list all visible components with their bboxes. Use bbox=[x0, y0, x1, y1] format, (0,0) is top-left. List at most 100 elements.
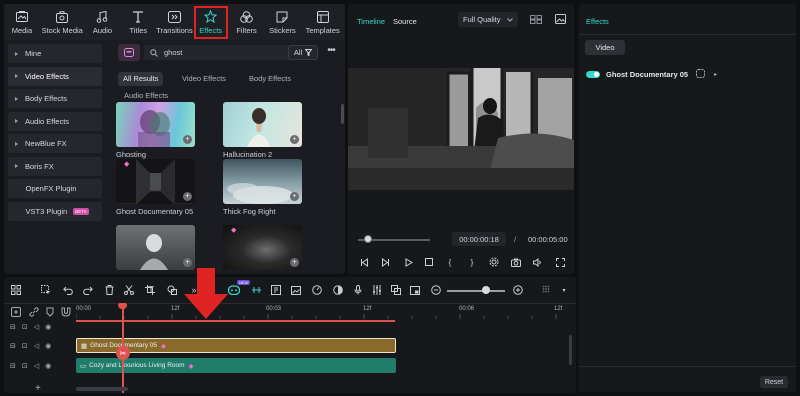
camera-icon[interactable] bbox=[510, 256, 522, 268]
toolbar-stickers[interactable]: Stickers bbox=[264, 4, 300, 40]
select-tool-icon[interactable] bbox=[40, 284, 52, 296]
ai-mate-icon[interactable] bbox=[228, 284, 240, 296]
grid-view-icon[interactable] bbox=[530, 15, 542, 26]
text-tool-icon[interactable]: T bbox=[145, 284, 157, 296]
audio-mixer-icon[interactable] bbox=[371, 284, 383, 296]
tab-video[interactable]: Video bbox=[585, 40, 625, 55]
add-icon[interactable]: + bbox=[290, 258, 299, 267]
expand-arrow-icon[interactable]: ▸ bbox=[714, 71, 717, 78]
eye-icon[interactable]: ◉ bbox=[45, 342, 51, 350]
tab-all-results[interactable]: All Results bbox=[118, 72, 164, 86]
zoom-in-icon[interactable] bbox=[512, 284, 524, 296]
microphone-icon[interactable] bbox=[352, 284, 364, 296]
timeline-ruler[interactable]: 00:00 12f 00:03 12f 00:06 12f bbox=[76, 304, 576, 322]
volume-icon[interactable] bbox=[532, 256, 544, 268]
speaker-icon[interactable]: ◁ bbox=[34, 362, 39, 370]
eye-icon[interactable]: ◉ bbox=[45, 323, 51, 331]
category-video-effects[interactable]: Video Effects bbox=[8, 66, 102, 86]
toolbar-effects[interactable]: Effects bbox=[193, 4, 229, 40]
toolbar-templates[interactable]: Templates bbox=[300, 4, 345, 40]
search-input[interactable] bbox=[164, 48, 274, 57]
tab-video-effects[interactable]: Video Effects bbox=[182, 72, 226, 86]
previous-frame-icon[interactable] bbox=[358, 256, 370, 268]
category-mine[interactable]: Mine bbox=[8, 44, 102, 63]
quality-dropdown[interactable]: Full Quality bbox=[458, 12, 518, 27]
add-track-icon[interactable] bbox=[10, 306, 22, 318]
redo-icon[interactable] bbox=[82, 284, 94, 296]
category-openfx-plugin[interactable]: OpenFX Plugin bbox=[8, 179, 102, 198]
next-frame-icon[interactable] bbox=[379, 256, 391, 268]
scrubber-handle[interactable] bbox=[364, 235, 373, 243]
add-icon[interactable]: + bbox=[183, 135, 192, 144]
video-clip[interactable]: ▭ Cozy and Luxurious Living Room ◆ bbox=[76, 358, 396, 373]
media-scrollbar[interactable] bbox=[341, 104, 344, 124]
applied-effect-row[interactable]: Ghost Documentary 05 ▸ bbox=[586, 68, 717, 80]
shape-icon[interactable] bbox=[166, 284, 178, 296]
toolbar-audio[interactable]: Audio bbox=[85, 4, 121, 40]
speed-icon[interactable] bbox=[311, 284, 323, 296]
add-track-plus-icon[interactable]: + bbox=[35, 383, 41, 393]
category-newblue-fx[interactable]: NewBlue FX bbox=[8, 134, 102, 153]
add-icon[interactable]: + bbox=[290, 192, 299, 201]
tab-source[interactable]: Source bbox=[393, 17, 417, 26]
tab-timeline[interactable]: Timeline bbox=[357, 17, 385, 26]
tab-audio-effects[interactable]: Audio Effects bbox=[124, 89, 168, 103]
toolbar-transitions[interactable]: Transitions bbox=[156, 4, 193, 40]
magnet-snap-icon[interactable] bbox=[60, 306, 72, 318]
lock-icon[interactable]: ⊡ bbox=[22, 323, 28, 331]
add-icon[interactable]: + bbox=[183, 258, 192, 267]
timeline-horizontal-scrollbar[interactable] bbox=[76, 387, 128, 391]
filter-dropdown[interactable]: All bbox=[288, 45, 318, 60]
effect-tile[interactable]: + Hallucination 2 bbox=[223, 102, 302, 159]
zoom-out-icon[interactable] bbox=[430, 284, 442, 296]
color-match-icon[interactable] bbox=[332, 284, 344, 296]
category-body-effects[interactable]: Body Effects bbox=[8, 89, 102, 108]
play-icon[interactable] bbox=[402, 256, 414, 268]
add-icon[interactable]: + bbox=[183, 192, 192, 201]
delete-icon[interactable] bbox=[103, 284, 115, 296]
toolbar-filters[interactable]: Filters bbox=[229, 4, 265, 40]
cut-scissors-icon[interactable] bbox=[123, 284, 135, 296]
zoom-slider-handle[interactable] bbox=[482, 286, 490, 294]
speaker-icon[interactable]: ◁ bbox=[34, 323, 39, 331]
timeline-vertical-scrollbar[interactable] bbox=[569, 335, 572, 365]
render-settings-icon[interactable] bbox=[488, 256, 500, 268]
eye-icon[interactable]: ◉ bbox=[45, 362, 51, 370]
ai-search-button[interactable] bbox=[118, 44, 140, 61]
reset-button[interactable]: Reset bbox=[760, 376, 788, 388]
effect-tile[interactable]: + bbox=[116, 225, 195, 273]
toolbar-media[interactable]: Media bbox=[4, 4, 40, 40]
zoom-slider[interactable] bbox=[447, 290, 505, 292]
ai-tools-icon[interactable] bbox=[250, 284, 262, 296]
category-boris-fx[interactable]: Boris FX bbox=[8, 156, 102, 176]
picture-in-picture-icon[interactable] bbox=[409, 284, 421, 296]
chevron-down-icon[interactable]: ▾ bbox=[558, 284, 570, 296]
toolbar-stock-media[interactable]: Stock Media bbox=[40, 4, 85, 40]
effect-tile[interactable]: + Thick Fog Right bbox=[223, 159, 302, 216]
image-icon[interactable] bbox=[290, 284, 302, 296]
effect-tile[interactable]: ◆ + Ghost Documentary 05 bbox=[116, 159, 195, 216]
tab-body-effects[interactable]: Body Effects bbox=[249, 72, 291, 86]
marker-icon[interactable] bbox=[44, 306, 56, 318]
toolbar-titles[interactable]: Titles bbox=[120, 4, 156, 40]
speaker-icon[interactable]: ◁ bbox=[34, 342, 39, 350]
more-options-icon[interactable]: ••• bbox=[324, 46, 338, 58]
effect-toggle[interactable] bbox=[586, 70, 600, 78]
link-icon[interactable] bbox=[28, 306, 40, 318]
split-screen-icon[interactable] bbox=[270, 284, 282, 296]
lock-icon[interactable]: ⊡ bbox=[22, 342, 28, 350]
split-marker-icon[interactable]: ✂ bbox=[116, 346, 130, 360]
category-vst3-plugin[interactable]: VST3 Plugin BETA bbox=[8, 201, 102, 221]
effect-tile[interactable]: ◆ + bbox=[223, 225, 302, 273]
replace-icon[interactable] bbox=[390, 284, 402, 296]
work-area-range[interactable] bbox=[76, 320, 395, 322]
video-preview[interactable] bbox=[348, 68, 574, 190]
snapshot-image-icon[interactable] bbox=[555, 14, 566, 26]
fullscreen-icon[interactable] bbox=[554, 256, 566, 268]
stop-icon[interactable] bbox=[423, 256, 435, 268]
mark-out-icon[interactable]: } bbox=[466, 256, 478, 268]
lock-icon[interactable]: ⊡ bbox=[22, 362, 28, 370]
layout-grid-icon[interactable] bbox=[10, 284, 22, 296]
effect-tile[interactable]: + Ghosting bbox=[116, 102, 195, 159]
mark-in-icon[interactable]: { bbox=[444, 256, 456, 268]
